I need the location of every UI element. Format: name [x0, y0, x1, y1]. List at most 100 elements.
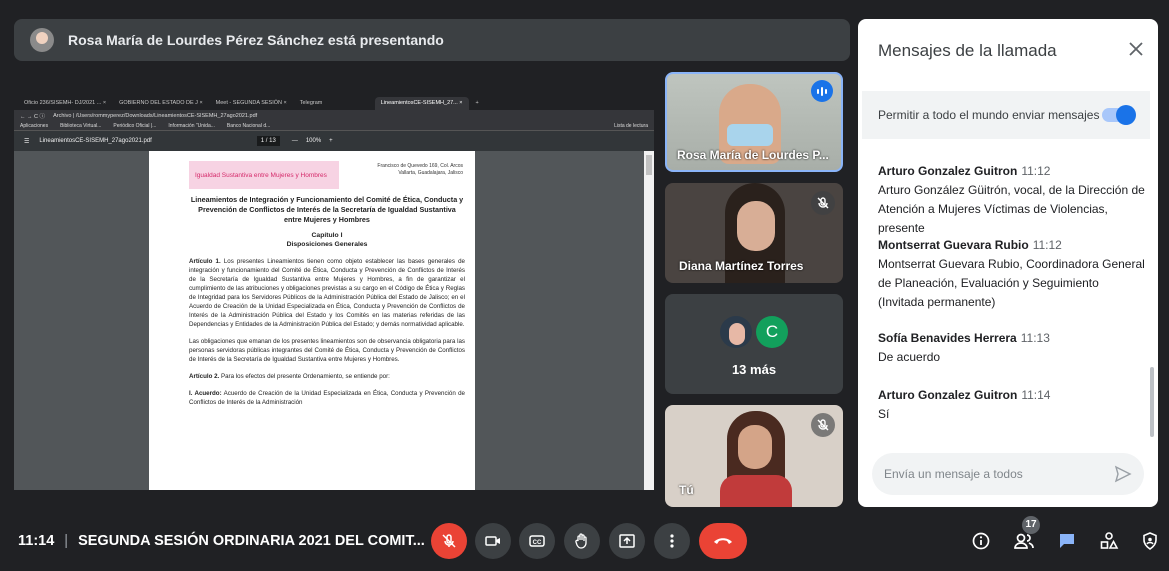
pdf-page: Igualdad Sustantiva entre Mujeres y Homb… [149, 151, 475, 490]
message-time: 11:14 [1021, 388, 1051, 402]
document-logo: Igualdad Sustantiva entre Mujeres y Homb… [189, 161, 339, 189]
participant-tile-self[interactable]: Tú [665, 405, 843, 507]
allow-messages-setting: Permitir a todo el mundo enviar mensajes [862, 91, 1150, 139]
bookmark: Banco Nacional d... [226, 123, 271, 129]
article-text: Los presentes Lineamientos tienen como o… [189, 258, 465, 328]
camera-toggle-button[interactable] [475, 523, 511, 559]
participant-face [737, 201, 775, 251]
meeting-title: SEGUNDA SESIÓN ORDINARIA 2021 DEL COMIT.… [78, 533, 425, 549]
meeting-info: 11:14 | SEGUNDA SESIÓN ORDINARIA 2021 DEL … [18, 533, 425, 549]
meeting-details-button[interactable] [965, 525, 997, 557]
allow-messages-toggle[interactable] [1102, 105, 1136, 125]
activities-button[interactable] [1093, 525, 1125, 557]
participant-tile[interactable]: Diana Martínez Torres [665, 183, 843, 283]
participant-count-badge: 17 [1022, 516, 1040, 534]
article-1: Artículo 1. Los presentes Lineamientos t… [189, 257, 465, 329]
chapter-heading: Capítulo I [311, 232, 343, 239]
present-screen-icon [619, 534, 635, 548]
mic-toggle-button[interactable] [431, 523, 467, 559]
chat-button[interactable] [1051, 525, 1083, 557]
host-controls-button[interactable] [1134, 525, 1166, 557]
pdf-page-indicator: 1 / 13 [256, 136, 280, 146]
chat-input[interactable]: Envía un mensaje a todos [872, 453, 1144, 495]
captions-icon: CC [529, 535, 545, 547]
browser-tabs: Oficio 236/SISEMH- DJ/2021 ... × GOBIERN… [14, 94, 654, 110]
message-text: Sí [878, 407, 890, 421]
hand-icon [575, 533, 587, 549]
allow-messages-label: Permitir a todo el mundo enviar mensajes [878, 108, 1100, 122]
more-vert-icon [670, 534, 674, 548]
address-bar: ← → C ⓘ Archivo | /Users/rommyperez/Down… [14, 110, 654, 122]
article-text: Para los efectos del presente Ordenamien… [219, 373, 390, 380]
people-icon [1014, 533, 1034, 549]
bookmark: Biblioteca Virtual... [60, 123, 102, 129]
captions-button[interactable]: CC [519, 523, 555, 559]
chat-message: Montserrat Guevara Rubio 11:12 Montserrat… [878, 236, 1148, 312]
presenter-avatar [30, 28, 54, 52]
address-text: Archivo | /Users/rommyperez/Downloads/Li… [53, 113, 258, 119]
face-mask [727, 124, 773, 146]
bookmark: Periódico Oficial |... [113, 123, 157, 129]
pdf-scrollbar [644, 151, 654, 490]
participant-name: Rosa María de Lourdes P... [677, 148, 829, 162]
participant-tile-presenter[interactable]: Rosa María de Lourdes P... [665, 72, 843, 172]
message-time: 11:12 [1021, 164, 1051, 178]
item-text: Acuerdo de Creación de la Unidad Especia… [189, 390, 465, 406]
svg-text:CC: CC [533, 540, 542, 546]
participant-face [738, 425, 772, 469]
message-text: Arturo González Güitrón, vocal, de la Di… [878, 183, 1145, 235]
presenter-banner: Rosa María de Lourdes Pérez Sánchez está… [14, 19, 850, 61]
participant-shirt [720, 475, 792, 507]
message-author: Montserrat Guevara Rubio [878, 238, 1029, 252]
shield-icon [1143, 532, 1157, 550]
leave-call-button[interactable] [699, 523, 747, 559]
activities-icon [1100, 532, 1119, 549]
avatar [720, 316, 752, 348]
bookmark: Aplicaciones [20, 123, 49, 129]
participant-tile-more[interactable]: C 13 más [665, 294, 843, 394]
mic-off-icon [811, 191, 835, 215]
chat-message: Sofía Benavides Herrera 11:13 De acuerdo [878, 329, 1148, 367]
chat-title: Mensajes de la llamada [878, 41, 1057, 60]
browser-tab: GOBIERNO DEL ESTADO DE J × [119, 100, 203, 106]
message-text: Montserrat Guevara Rubio, Coordinadora G… [878, 257, 1145, 309]
hangup-icon [714, 538, 732, 544]
browser-tab: Telegram [299, 100, 323, 106]
participant-name: Tú [679, 483, 694, 497]
chat-scrollbar[interactable] [1150, 367, 1154, 437]
close-icon[interactable] [1128, 41, 1144, 57]
avatar: C [756, 316, 788, 348]
chat-message: Arturo Gonzalez Guitron 11:14 Sí [878, 386, 1148, 424]
raise-hand-button[interactable] [564, 523, 600, 559]
clock: 11:14 [18, 533, 55, 549]
pdf-toolbar: ☰ LineamientosCE-SISEMH_27ago2021.pdf 1 … [14, 131, 654, 151]
chat-icon [1060, 534, 1074, 548]
speaking-indicator-icon [811, 80, 833, 102]
participant-name: Diana Martínez Torres [679, 259, 804, 273]
paragraph-2: Las obligaciones que emanan de los prese… [189, 338, 465, 363]
chapter-subheading: Disposiciones Generales [286, 241, 368, 248]
mic-off-icon [442, 534, 456, 548]
document-title: Lineamientos de Integración y Funcionami… [190, 195, 464, 224]
info-icon [972, 532, 990, 550]
more-options-button[interactable] [654, 523, 690, 559]
mic-off-icon [811, 413, 835, 437]
item-label: I. Acuerdo: [189, 390, 222, 397]
new-tab-button: + [475, 100, 479, 106]
send-icon[interactable] [1114, 465, 1132, 483]
camera-icon [485, 536, 500, 546]
meet-window: Rosa María de Lourdes Pérez Sánchez está… [0, 0, 1169, 571]
pdf-file-name: LineamientosCE-SISEMH_27ago2021.pdf [39, 138, 152, 144]
present-button[interactable] [609, 523, 645, 559]
message-time: 11:12 [1032, 238, 1062, 252]
bookmarks-bar: Aplicaciones Biblioteca Virtual... Perió… [14, 122, 654, 131]
chat-message: Arturo Gonzalez Guitron 11:12 Arturo Gonz… [878, 162, 1148, 238]
article-label: Artículo 2. [189, 373, 220, 380]
message-author: Arturo Gonzalez Guitron [878, 388, 1018, 402]
message-author: Arturo Gonzalez Guitron [878, 164, 1018, 178]
browser-tab-active: LineamientosCE-SISEMH_27... × [374, 97, 469, 110]
browser-tab: Meet - SEGUNDA SESIÓN × [215, 100, 287, 106]
item-1: I. Acuerdo: Acuerdo de Creación de la Un… [189, 389, 465, 407]
pdf-viewer: Igualdad Sustantiva entre Mujeres y Homb… [14, 151, 654, 490]
presenter-text: Rosa María de Lourdes Pérez Sánchez está… [68, 32, 444, 48]
